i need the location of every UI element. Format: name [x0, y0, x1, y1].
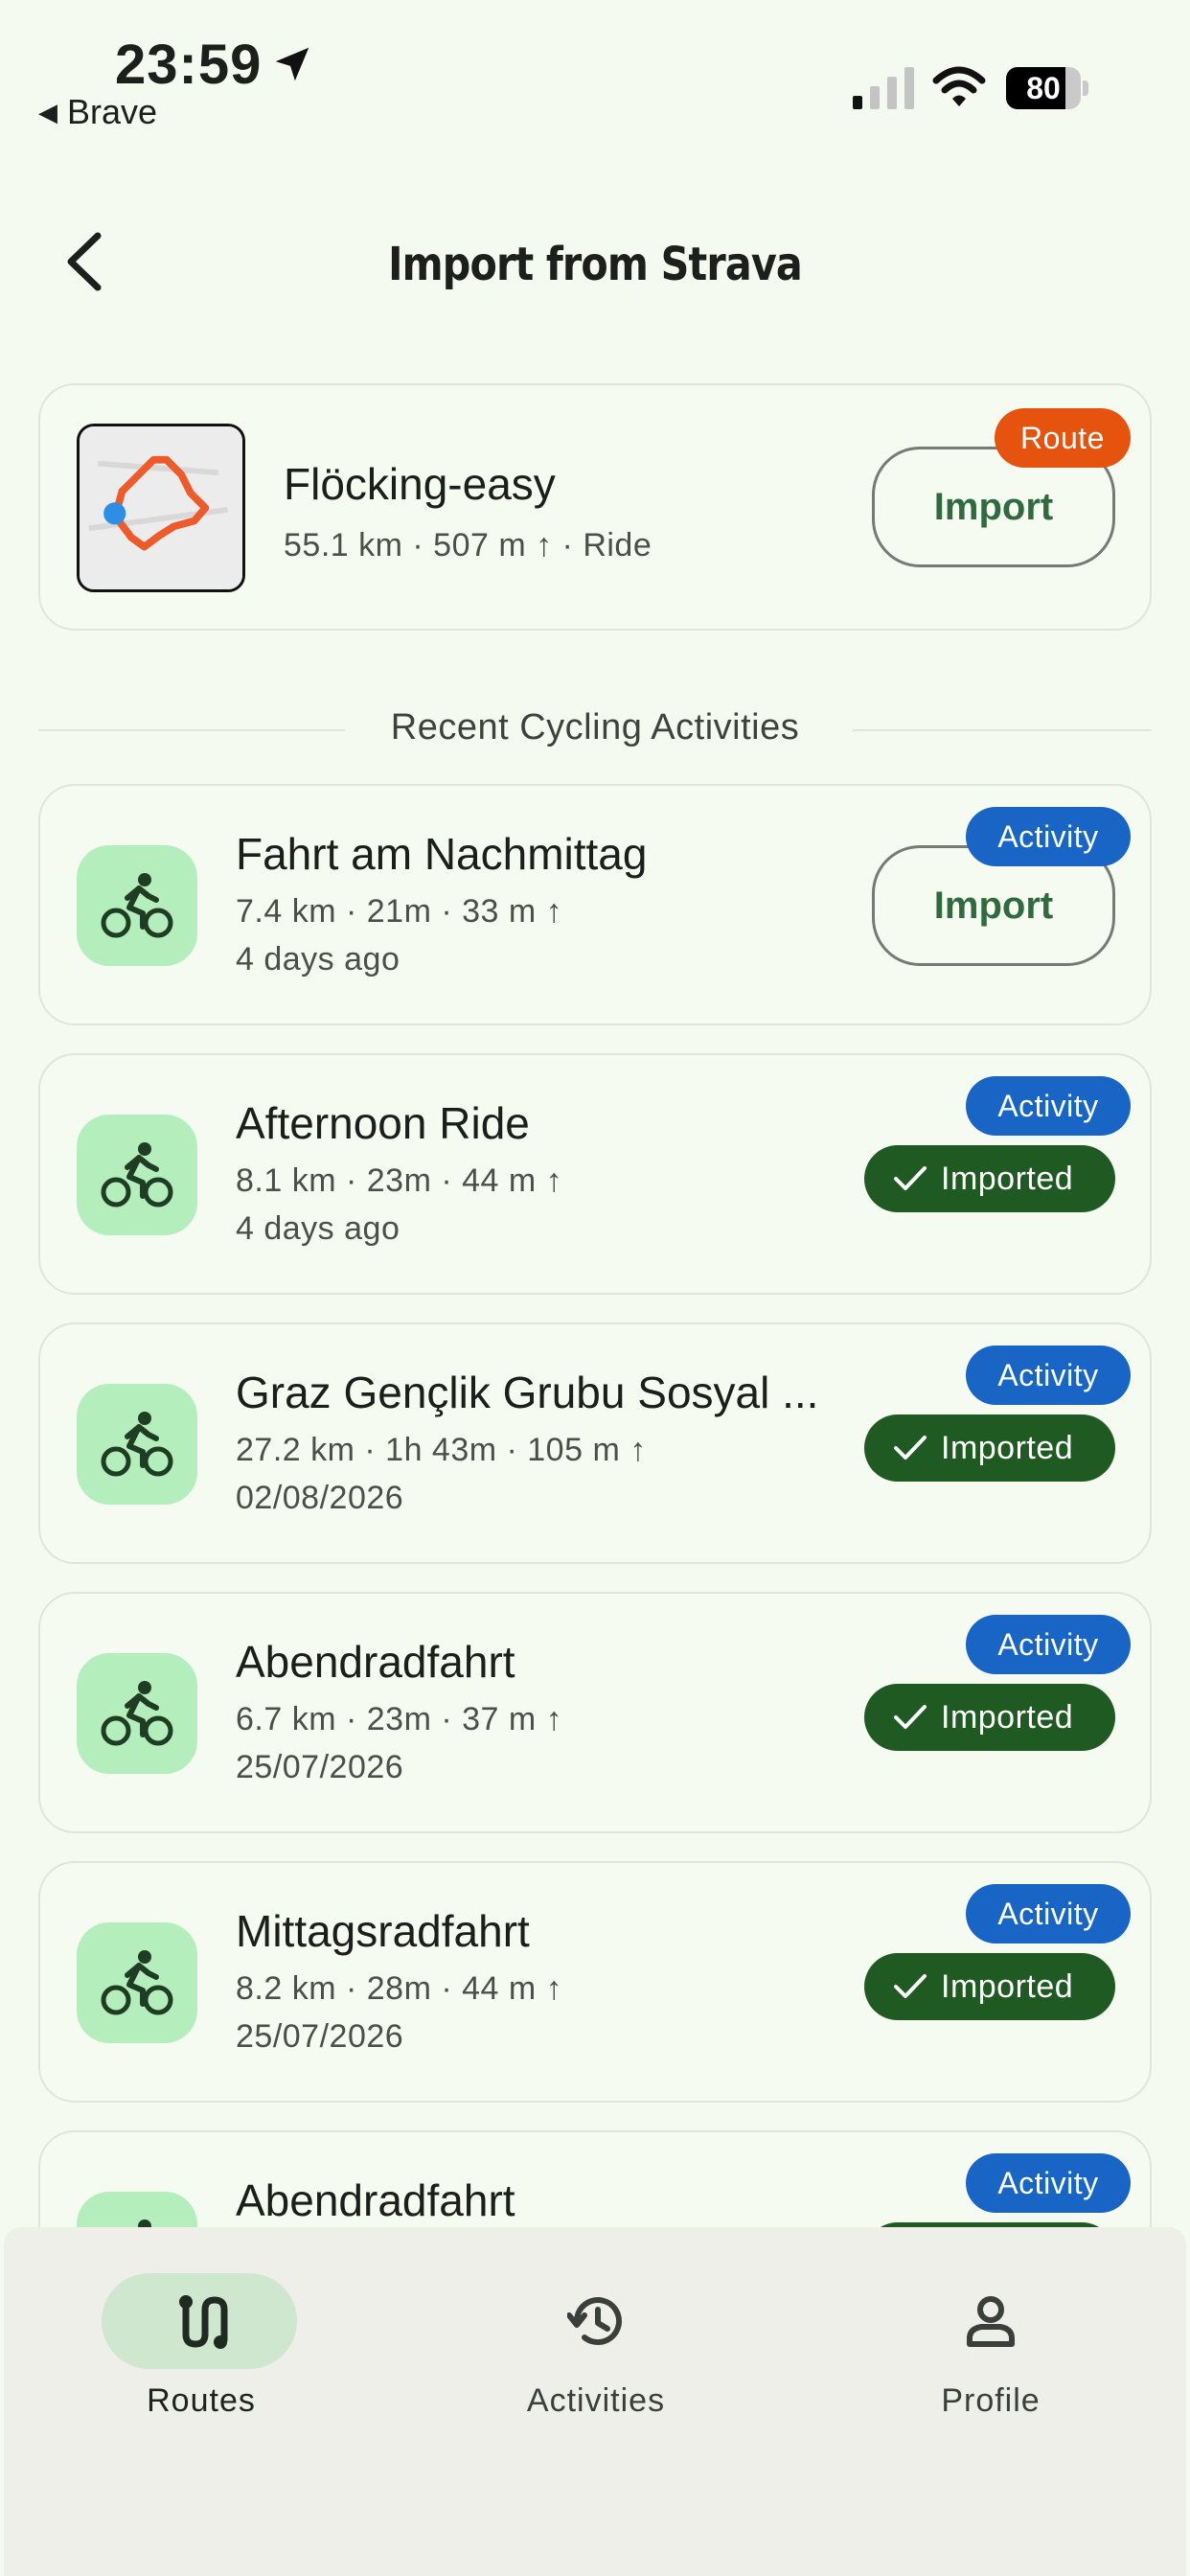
wifi-icon [932, 66, 986, 106]
activity-card[interactable]: Abendradfahrt 6.7 km · 23m · 37 m ↑ 25/0… [38, 1592, 1152, 1833]
activity-date: 25/07/2026 [236, 1749, 404, 1785]
activity-card[interactable]: Graz Gençlik Grubu Sosyal ... 27.2 km · … [38, 1322, 1152, 1564]
route-meta: 55.1 km · 507 m ↑ · Ride [284, 527, 652, 564]
nav-activities-label: Activities [526, 2382, 666, 2419]
activity-date: 4 days ago [236, 941, 400, 978]
imported-label: Imported [941, 1430, 1074, 1466]
activity-name: Graz Gençlik Grubu Sosyal ... [236, 1368, 819, 1417]
cellular-signal-icon [853, 67, 914, 109]
activity-stats: 7.4 km · 21m · 33 m ↑ [236, 893, 563, 930]
location-arrow-icon [275, 47, 309, 81]
activity-name: Afternoon Ride [236, 1098, 530, 1148]
nav-routes-label: Routes [147, 2382, 256, 2419]
check-icon [894, 1436, 927, 1460]
nav-profile-label: Profile [941, 2382, 1041, 2419]
imported-label: Imported [941, 1699, 1074, 1736]
activity-name: Abendradfahrt [236, 2175, 515, 2225]
activity-card[interactable]: Afternoon Ride 8.1 km · 23m · 44 m ↑ 4 d… [38, 1053, 1152, 1295]
imported-status-pill: Imported [864, 1953, 1115, 2020]
bicycle-icon [101, 873, 173, 938]
activity-badge: Activity [966, 1884, 1131, 1944]
bike-icon-tile [77, 1653, 197, 1774]
nav-routes[interactable]: Routes [4, 2227, 399, 2438]
check-icon [894, 1974, 927, 1998]
activity-badge: Activity [966, 807, 1131, 866]
page-title: Import from Strava [388, 238, 803, 291]
activity-stats: 6.7 km · 23m · 37 m ↑ [236, 1701, 563, 1737]
nav-profile[interactable]: Profile [793, 2227, 1188, 2438]
activity-stats: 8.1 km · 23m · 44 m ↑ [236, 1162, 563, 1199]
route-badge: Route [995, 408, 1131, 468]
imported-status-pill: Imported [864, 1414, 1115, 1482]
activity-name: Mittagsradfahrt [236, 1906, 530, 1956]
battery-indicator: 80 [1006, 67, 1090, 109]
activity-card[interactable]: Mittagsradfahrt 8.2 km · 28m · 44 m ↑ 25… [38, 1861, 1152, 2103]
activity-badge: Activity [966, 2153, 1131, 2213]
back-app-label: Brave [67, 92, 158, 131]
activity-badge: Activity [966, 1346, 1131, 1405]
route-icon [179, 2295, 228, 2349]
activity-date: 02/08/2026 [236, 1480, 404, 1516]
bottom-navigation: Routes Activities Profile [4, 2227, 1186, 2576]
imported-status-pill: Imported [864, 1684, 1115, 1751]
check-icon [894, 1705, 927, 1729]
check-icon [894, 1166, 927, 1190]
activity-badge: Activity [966, 1615, 1131, 1674]
activity-card[interactable]: Fahrt am Nachmittag 7.4 km · 21m · 33 m … [38, 784, 1152, 1025]
bike-icon-tile [77, 845, 197, 966]
nav-activities[interactable]: Activities [399, 2227, 793, 2438]
status-time: 23:59 [115, 34, 263, 96]
history-icon [567, 2297, 622, 2346]
imported-label: Imported [941, 1161, 1074, 1197]
back-triangle-icon: ◀ [38, 97, 57, 126]
back-to-app-link[interactable]: ◀ Brave [38, 92, 157, 132]
activity-name: Abendradfahrt [236, 1637, 515, 1687]
battery-level: 80 [1026, 71, 1061, 105]
route-card: Flöcking-easy 55.1 km · 507 m ↑ · Ride I… [38, 383, 1152, 631]
person-icon [967, 2296, 1015, 2347]
bicycle-icon [101, 1950, 173, 2015]
bike-icon-tile [77, 1384, 197, 1505]
route-name: Flöcking-easy [284, 459, 556, 509]
bicycle-icon [101, 1142, 173, 1208]
bicycle-icon [101, 1681, 173, 1746]
route-map-thumbnail [77, 424, 245, 592]
imported-label: Imported [941, 1968, 1074, 2005]
activity-name: Fahrt am Nachmittag [236, 829, 648, 879]
activity-stats: 27.2 km · 1h 43m · 105 m ↑ [236, 1432, 647, 1468]
imported-status-pill: Imported [864, 1145, 1115, 1212]
bike-icon-tile [77, 1115, 197, 1235]
bike-icon-tile [77, 1922, 197, 2043]
activity-stats: 8.2 km · 28m · 44 m ↑ [236, 1970, 563, 2007]
activity-date: 25/07/2026 [236, 2018, 404, 2055]
bicycle-icon [101, 1412, 173, 1477]
activity-badge: Activity [966, 1076, 1131, 1136]
activity-date: 4 days ago [236, 1210, 400, 1247]
section-title: Recent Cycling Activities [390, 707, 800, 748]
